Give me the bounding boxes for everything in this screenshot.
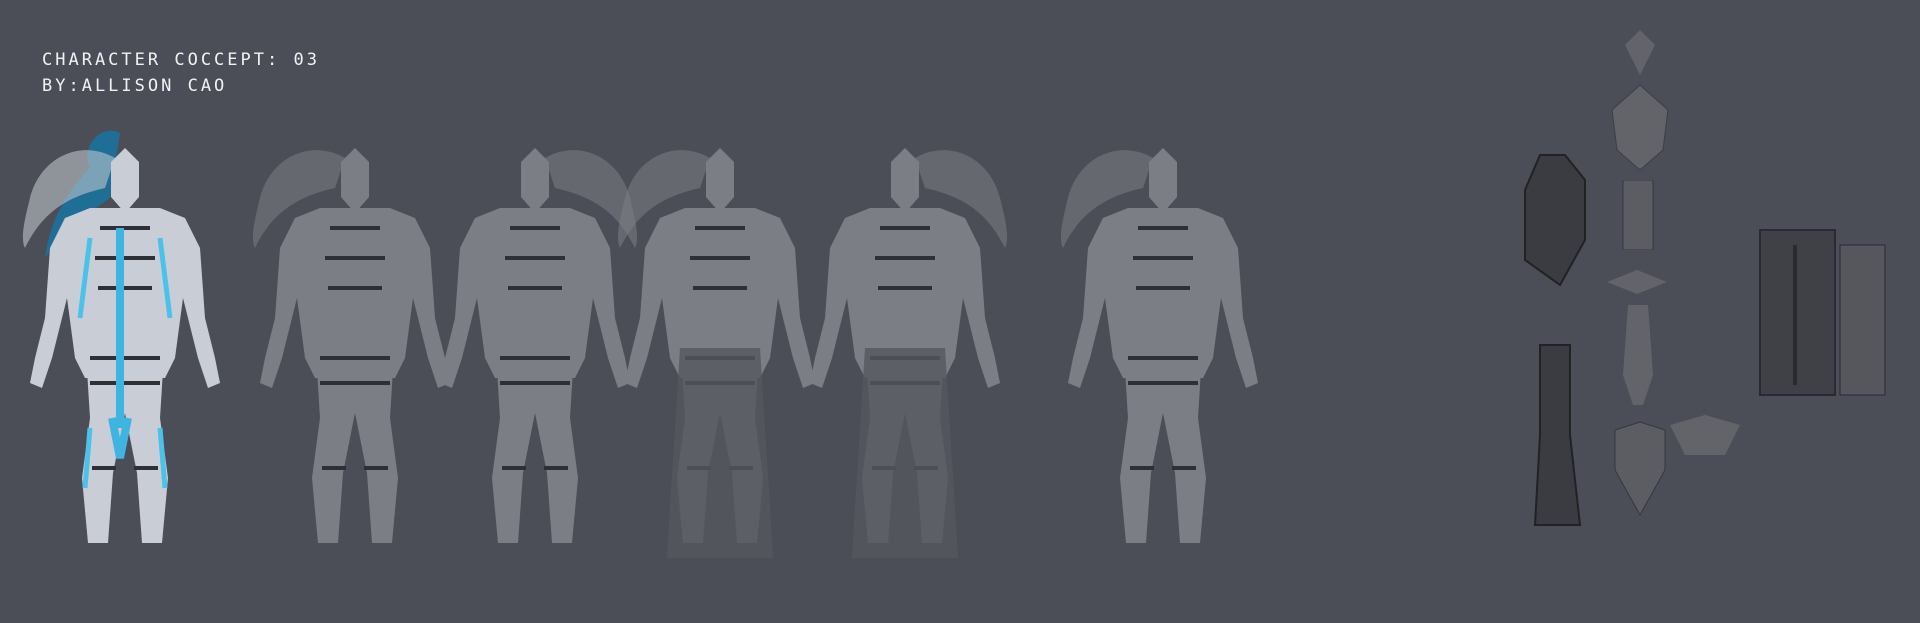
tassets-part [1759, 229, 1886, 396]
leg-armor-part [1533, 344, 1582, 526]
chest-armor-part [1524, 154, 1586, 287]
pauldron-part [1670, 415, 1740, 455]
sheet-title-block: CHARACTER COCCEPT: 03 BY:ALLISON CAO [42, 47, 320, 99]
lineart-knight-3 [615, 128, 825, 558]
lineart-knight-4 [800, 128, 1010, 558]
gauntlet-part [1623, 305, 1653, 405]
helmet-crest-part [1611, 30, 1669, 171]
shield-part [1614, 421, 1666, 517]
belt-part [1607, 270, 1667, 294]
colored-knight-figure [20, 130, 230, 558]
spine-plate-part [1622, 180, 1654, 250]
lineart-knight-1 [250, 128, 460, 558]
lineart-knight-5 [1058, 128, 1268, 558]
sheet-author: BY:ALLISON CAO [42, 76, 228, 96]
sheet-title: CHARACTER COCCEPT: 03 [42, 50, 320, 70]
lineart-knight-2 [430, 128, 640, 558]
